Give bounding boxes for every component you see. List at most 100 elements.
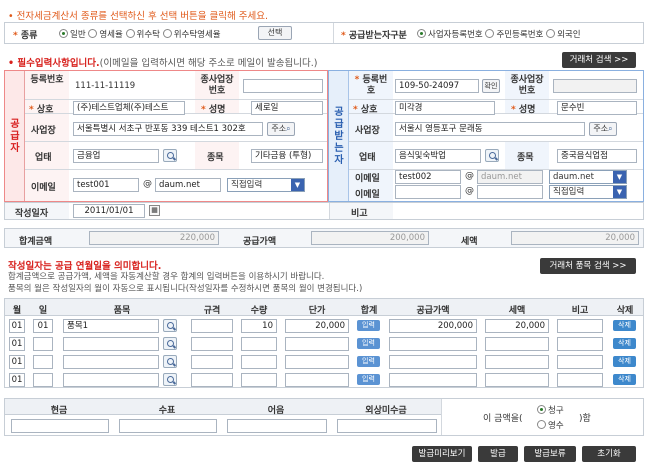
supplier-rep-input[interactable]: 세로일 xyxy=(251,101,323,115)
receiver-regno-input[interactable]: 109-50-24097 xyxy=(395,79,479,93)
row-delete-button[interactable]: 삭제 xyxy=(613,374,636,385)
row-supply-input[interactable] xyxy=(389,355,477,369)
row-input-button[interactable]: 입력 xyxy=(357,356,380,367)
receiver-biztype-search-icon[interactable] xyxy=(485,149,499,162)
row-delete-button[interactable]: 삭제 xyxy=(613,356,636,367)
row-day-input[interactable] xyxy=(33,373,53,387)
row-spec-input[interactable] xyxy=(191,319,233,333)
type-option-consign[interactable]: 위수탁 xyxy=(125,29,160,40)
row-remark-input[interactable] xyxy=(557,373,603,387)
row-item-input[interactable] xyxy=(63,337,159,351)
row-remark-input[interactable] xyxy=(557,355,603,369)
date-input[interactable]: 2011/01/01 xyxy=(73,204,145,218)
receiver-email2-id-input[interactable] xyxy=(395,185,461,199)
payment-note-input[interactable] xyxy=(227,419,327,433)
receiver-email-id-input[interactable]: test002 xyxy=(395,170,461,184)
receiver-addr-button[interactable]: 주소⌕ xyxy=(589,122,617,136)
receiver-rep-input[interactable]: 문수빈 xyxy=(557,101,637,115)
total-amount-input[interactable]: 220,000 xyxy=(89,231,219,245)
row-supply-input[interactable] xyxy=(389,373,477,387)
reset-button[interactable]: 초기화 xyxy=(582,446,636,462)
row-day-input[interactable] xyxy=(33,337,53,351)
receiver-email2-domain-input[interactable] xyxy=(477,185,543,199)
payment-option-charge[interactable]: 청구 xyxy=(537,404,564,416)
row-supply-input[interactable] xyxy=(389,337,477,351)
row-spec-input[interactable] xyxy=(191,337,233,351)
row-month-input[interactable]: 01 xyxy=(9,319,25,333)
receiver-option-foreigner[interactable]: 외국인 xyxy=(546,29,581,40)
supplier-addr-button[interactable]: 주소⌕ xyxy=(267,122,295,136)
issue-button[interactable]: 발급 xyxy=(478,446,518,462)
receiver-email-select[interactable]: daum.net ▼ xyxy=(549,170,627,184)
row-price-input[interactable]: 20,000 xyxy=(285,319,349,333)
row-supply-input[interactable]: 200,000 xyxy=(389,319,477,333)
row-spec-input[interactable] xyxy=(191,373,233,387)
receiver-confirm-button[interactable]: 확인 xyxy=(482,79,500,93)
row-remark-input[interactable] xyxy=(557,319,603,333)
row-qty-input[interactable] xyxy=(241,337,277,351)
row-item-search-icon[interactable] xyxy=(163,355,177,368)
row-delete-button[interactable]: 삭제 xyxy=(613,320,636,331)
supplier-email-domain-input[interactable]: daum.net xyxy=(155,178,221,192)
row-item-search-icon[interactable] xyxy=(163,337,177,350)
supplier-biztype-input[interactable]: 금융업 xyxy=(73,149,159,163)
receiver-addr-input[interactable]: 서울시 영등포구 문래동 xyxy=(395,122,585,136)
issue-hold-button[interactable]: 발급보류 xyxy=(524,446,576,462)
receiver-email-domain-input[interactable]: daum.net xyxy=(477,170,543,184)
supplier-email-select[interactable]: 직접입력 ▼ xyxy=(227,178,305,192)
row-day-input[interactable] xyxy=(33,355,53,369)
payment-credit-input[interactable] xyxy=(337,419,437,433)
receiver-option-bizno[interactable]: 사업자등록번호 xyxy=(417,29,483,40)
row-month-input[interactable]: 01 xyxy=(9,355,25,369)
tax-amount-input[interactable]: 20,000 xyxy=(511,231,639,245)
receiver-branch-input[interactable] xyxy=(553,79,637,93)
receiver-option-resno[interactable]: 주민등록번호 xyxy=(485,29,543,40)
row-input-button[interactable]: 입력 xyxy=(357,320,380,331)
supplier-email-id-input[interactable]: test001 xyxy=(73,178,139,192)
row-input-button[interactable]: 입력 xyxy=(357,374,380,385)
supplier-item-input[interactable]: 기타금융 (투형) xyxy=(251,149,323,163)
issue-preview-button[interactable]: 발급미리보기 xyxy=(412,446,472,462)
row-qty-input[interactable] xyxy=(241,373,277,387)
receiver-item-input[interactable]: 중국음식업점 xyxy=(557,149,637,163)
supplier-addr-input[interactable]: 서울특별시 서초구 반포동 339 테스트1 302호 xyxy=(73,122,263,136)
row-tax-input[interactable] xyxy=(485,355,549,369)
row-price-input[interactable] xyxy=(285,355,349,369)
row-item-input[interactable] xyxy=(63,355,159,369)
row-tax-input[interactable]: 20,000 xyxy=(485,319,549,333)
row-remark-input[interactable] xyxy=(557,337,603,351)
row-month-input[interactable]: 01 xyxy=(9,337,25,351)
row-price-input[interactable] xyxy=(285,337,349,351)
row-item-search-icon[interactable] xyxy=(163,373,177,386)
type-option-general[interactable]: 일반 xyxy=(59,29,86,40)
row-price-input[interactable] xyxy=(285,373,349,387)
row-delete-button[interactable]: 삭제 xyxy=(613,338,636,349)
receiver-biztype-input[interactable]: 음식및숙박업 xyxy=(395,149,481,163)
receiver-email2-select[interactable]: 직접입력 ▼ xyxy=(549,185,627,199)
row-item-input[interactable] xyxy=(63,373,159,387)
payment-check-input[interactable] xyxy=(119,419,217,433)
payment-option-receipt[interactable]: 영수 xyxy=(537,419,564,431)
row-qty-input[interactable] xyxy=(241,355,277,369)
row-tax-input[interactable] xyxy=(485,373,549,387)
partner-search-button[interactable]: 거래처 검색 >> xyxy=(562,52,636,68)
payment-cash-input[interactable] xyxy=(11,419,109,433)
supplier-name-input[interactable]: (주)테스트업체(주)테스트 xyxy=(73,101,185,115)
row-tax-input[interactable] xyxy=(485,337,549,351)
row-month-input[interactable]: 01 xyxy=(9,373,25,387)
item-search-button[interactable]: 거래처 품목 검색 >> xyxy=(540,258,636,274)
row-day-input[interactable]: 01 xyxy=(33,319,53,333)
supplier-branch-input[interactable] xyxy=(243,79,323,93)
row-spec-input[interactable] xyxy=(191,355,233,369)
row-item-input[interactable]: 품목1 xyxy=(63,319,159,333)
receiver-name-input[interactable]: 미각경 xyxy=(395,101,495,115)
type-option-zero-rate[interactable]: 영세율 xyxy=(88,29,123,40)
supply-amount-input[interactable]: 200,000 xyxy=(311,231,429,245)
type-option-consign-zero[interactable]: 위수탁영세율 xyxy=(162,29,221,40)
remarks-input[interactable] xyxy=(395,204,641,218)
row-input-button[interactable]: 입력 xyxy=(357,338,380,349)
row-item-search-icon[interactable] xyxy=(163,319,177,332)
type-select-button[interactable]: 선택 xyxy=(258,26,292,40)
supplier-biztype-search-icon[interactable] xyxy=(163,149,177,162)
row-qty-input[interactable]: 10 xyxy=(241,319,277,333)
